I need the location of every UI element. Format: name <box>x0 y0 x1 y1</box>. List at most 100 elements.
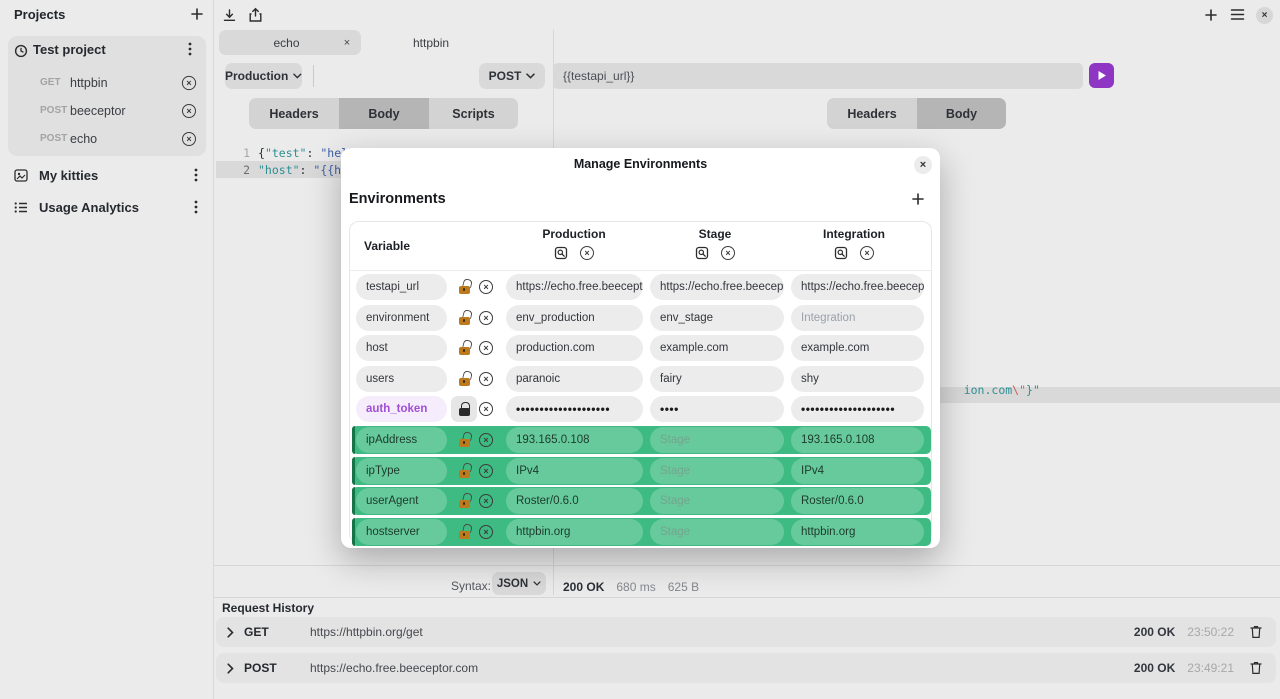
variable-name-input[interactable]: ipType <box>356 458 447 484</box>
variable-name-input[interactable]: users <box>356 366 447 392</box>
value-input[interactable]: production.com <box>506 335 643 361</box>
value-input-placeholder[interactable]: Stage <box>650 458 784 484</box>
value-input[interactable]: IPv4 <box>506 458 643 484</box>
delete-variable-icon[interactable]: × <box>479 341 493 355</box>
value-input[interactable]: httpbin.org <box>791 519 924 545</box>
value-input[interactable]: https://echo.free.beecepto <box>791 274 924 300</box>
variable-name-input[interactable]: environment <box>356 305 447 331</box>
sidebar-item-usage-analytics[interactable]: Usage Analytics <box>8 196 206 218</box>
clone-environment-icon[interactable] <box>554 246 568 260</box>
remove-endpoint-icon[interactable]: × <box>182 75 196 89</box>
menu-icon[interactable] <box>1230 8 1245 21</box>
value-input[interactable]: https://echo.free.beecepto <box>506 274 643 300</box>
unlock-icon[interactable] <box>451 366 477 392</box>
value-input[interactable]: example.com <box>650 335 784 361</box>
delete-variable-icon[interactable]: × <box>479 494 493 508</box>
value-input[interactable]: env_production <box>506 305 643 331</box>
unlock-icon[interactable] <box>451 458 477 484</box>
value-input[interactable]: Roster/0.6.0 <box>506 488 643 514</box>
history-row[interactable]: POST https://echo.free.beeceptor.com 200… <box>216 653 1276 683</box>
value-input[interactable]: httpbin.org <box>506 519 643 545</box>
remove-endpoint-icon[interactable]: × <box>182 132 196 146</box>
tab-request-body[interactable]: Body <box>339 98 429 129</box>
value-input[interactable]: 193.165.0.108 <box>506 427 643 453</box>
delete-environment-icon[interactable]: × <box>721 246 735 260</box>
lock-icon[interactable] <box>451 396 477 422</box>
add-environment-icon[interactable] <box>911 192 925 206</box>
delete-history-icon[interactable] <box>1250 625 1262 639</box>
tab-echo[interactable]: echo × <box>219 30 361 55</box>
delete-variable-icon[interactable]: × <box>479 433 493 447</box>
project-menu-icon[interactable] <box>184 42 196 56</box>
tab-request-headers[interactable]: Headers <box>249 98 339 129</box>
secret-value-input[interactable]: •••••••••••••••••••• <box>506 396 643 422</box>
value-input[interactable]: Roster/0.6.0 <box>791 488 924 514</box>
secret-value-input[interactable]: •••••••••••••••••••• <box>791 396 924 422</box>
clone-environment-icon[interactable] <box>695 246 709 260</box>
clone-environment-icon[interactable] <box>834 246 848 260</box>
delete-history-icon[interactable] <box>1250 661 1262 675</box>
delete-variable-icon[interactable]: × <box>479 402 493 416</box>
delete-variable-icon[interactable]: × <box>479 311 493 325</box>
syntax-dropdown[interactable]: JSON <box>492 572 546 595</box>
share-icon[interactable] <box>248 7 263 23</box>
unlock-icon[interactable] <box>451 519 477 545</box>
value-input-placeholder[interactable]: Integration <box>791 305 924 331</box>
delete-variable-icon[interactable]: × <box>479 525 493 539</box>
endpoint-item[interactable]: POST echo × <box>8 129 206 148</box>
delete-variable-icon[interactable]: × <box>479 464 493 478</box>
value-input[interactable]: fairy <box>650 366 784 392</box>
close-modal-icon[interactable]: × <box>914 156 932 174</box>
value-input[interactable]: https://echo.free.beecepto <box>650 274 784 300</box>
close-tab-icon[interactable]: × <box>340 36 354 50</box>
variable-name-input[interactable]: auth_token <box>356 396 447 422</box>
delete-environment-icon[interactable]: × <box>580 246 594 260</box>
tab-response-headers[interactable]: Headers <box>827 98 917 129</box>
expand-chevron-icon[interactable] <box>227 627 234 638</box>
value-input[interactable]: 193.165.0.108 <box>791 427 924 453</box>
sidebar-item-my-kitties[interactable]: My kitties <box>8 164 206 186</box>
variable-name-input[interactable]: host <box>356 335 447 361</box>
project-card-test-project[interactable]: Test project GET httpbin × POST beecepto… <box>8 36 206 156</box>
endpoint-item[interactable]: POST beeceptor × <box>8 101 206 120</box>
delete-variable-icon[interactable]: × <box>479 280 493 294</box>
download-icon[interactable] <box>222 8 237 23</box>
expand-chevron-icon[interactable] <box>227 663 234 674</box>
delete-environment-icon[interactable]: × <box>860 246 874 260</box>
tab-response-body[interactable]: Body <box>917 98 1006 129</box>
send-request-button[interactable] <box>1089 63 1114 88</box>
unlock-icon[interactable] <box>451 427 477 453</box>
add-tab-icon[interactable] <box>1204 8 1218 22</box>
history-row[interactable]: GET https://httpbin.org/get 200 OK 23:50… <box>216 617 1276 647</box>
tab-request-scripts[interactable]: Scripts <box>429 98 518 129</box>
value-input-placeholder[interactable]: Stage <box>650 519 784 545</box>
value-input[interactable]: shy <box>791 366 924 392</box>
secret-value-input[interactable]: •••• <box>650 396 784 422</box>
unlock-icon[interactable] <box>451 305 477 331</box>
tab-label: echo <box>219 36 340 50</box>
add-project-icon[interactable] <box>190 7 204 21</box>
variable-name-input[interactable]: ipAddress <box>356 427 447 453</box>
item-menu-icon[interactable] <box>190 200 202 214</box>
delete-variable-icon[interactable]: × <box>479 372 493 386</box>
value-input-placeholder[interactable]: Stage <box>650 427 784 453</box>
unlock-icon[interactable] <box>451 274 477 300</box>
variable-name-input[interactable]: testapi_url <box>356 274 447 300</box>
value-input[interactable]: example.com <box>791 335 924 361</box>
value-input[interactable]: paranoic <box>506 366 643 392</box>
remove-endpoint-icon[interactable]: × <box>182 104 196 118</box>
variable-name-input[interactable]: userAgent <box>356 488 447 514</box>
variable-name-input[interactable]: hostserver <box>356 519 447 545</box>
close-window-icon[interactable]: × <box>1256 7 1273 24</box>
value-input[interactable]: env_stage <box>650 305 784 331</box>
tab-httpbin[interactable]: httpbin <box>413 36 449 50</box>
method-dropdown[interactable]: POST <box>479 63 545 89</box>
unlock-icon[interactable] <box>451 488 477 514</box>
value-input[interactable]: IPv4 <box>791 458 924 484</box>
environment-dropdown[interactable]: Production <box>225 63 302 89</box>
value-input-placeholder[interactable]: Stage <box>650 488 784 514</box>
endpoint-item[interactable]: GET httpbin × <box>8 73 206 92</box>
url-input[interactable]: {{testapi_url}} <box>553 63 1083 89</box>
item-menu-icon[interactable] <box>190 168 202 182</box>
unlock-icon[interactable] <box>451 335 477 361</box>
